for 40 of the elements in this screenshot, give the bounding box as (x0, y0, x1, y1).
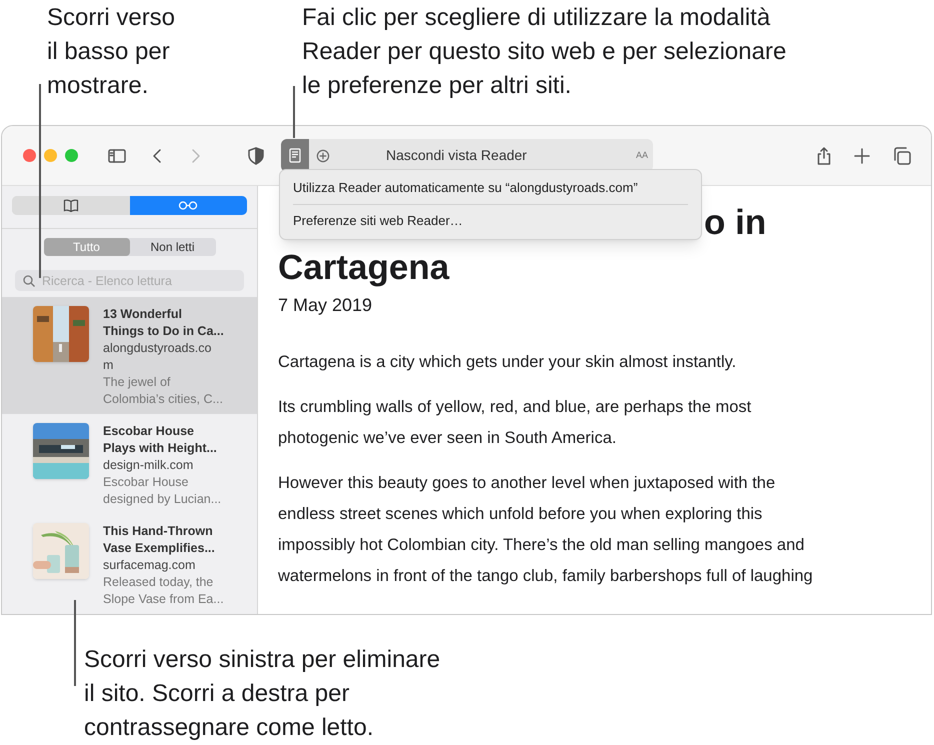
article-heading: Cartagena (278, 248, 450, 287)
item-site: design-milk.com (103, 457, 194, 474)
article-heading: o in (704, 203, 766, 242)
article-paragraph: However this beauty goes to another level when juxtaposed with the endless street scenes which unfold before you when exploring this impossibly hot Colombian city. There’s the old man selling mangoes and watermelons in front of the tango club, family barbershops full of laughing (278, 473, 813, 587)
address-text: Nascondi vista Reader (386, 146, 527, 165)
search-icon (23, 275, 35, 287)
item-excerpt: Released today, the Slope Vase from Ea... (103, 574, 225, 608)
item-title: Escobar House Plays with Height... (103, 423, 218, 457)
text-size-button[interactable]: AA (636, 148, 648, 162)
reading-list-item[interactable]: Escobar House Plays with Height... design-milk.com Escobar House designed by Lucian... (2, 414, 257, 514)
book-icon (62, 199, 79, 212)
item-site: alongdustyroads.co m (103, 340, 212, 374)
reading-list-item[interactable]: This Hand-Thrown Vase Exemplifies... surfacemag.com Released today, the Slope Vase from Ea... (2, 514, 257, 614)
search-field[interactable]: Ricerca - Elenco lettura (15, 270, 244, 291)
reading-list-tab[interactable] (130, 196, 247, 215)
article-paragraph: Its crumbling walls of yellow, red, and blue, are perhaps the most photogenic we’ve ever seen in South America. (278, 397, 752, 449)
leader-line (293, 86, 295, 138)
callout-text: Fai clic per scegliere di utilizzare la modalità Reader per questo sito web e per selezionare le preferenze per altri siti. (302, 3, 786, 101)
callout-text: Scorri verso sinistra per eliminare il sito. Scorri a destra per contrassegnare come letto. (84, 645, 442, 743)
article-paragraph: Cartagena is a city which gets under your skin almost instantly. (278, 352, 736, 373)
address-bar[interactable]: Nascondi vista Reader AA (281, 139, 653, 172)
plus-icon[interactable] (852, 146, 872, 166)
filter-tab[interactable]: Non letti (130, 238, 216, 256)
menu-item[interactable]: Preferenze siti web Reader… (293, 205, 688, 237)
item-excerpt: Escobar House designed by Lucian... (103, 474, 222, 508)
shield-icon[interactable] (246, 146, 266, 166)
reader-button[interactable] (281, 139, 309, 172)
callout-text: Scorri verso il basso per mostrare. (47, 3, 176, 101)
item-title: This Hand-Thrown Vase Exemplifies... (103, 523, 216, 557)
reader-icon (289, 148, 301, 163)
add-icon[interactable] (315, 148, 331, 164)
item-excerpt: The jewel of Colombia’s cities, C... (103, 374, 224, 408)
item-site: surfacemag.com (103, 557, 196, 574)
glasses-icon (178, 201, 198, 210)
article-date: 7 May 2019 (278, 294, 374, 317)
item-title: 13 Wonderful Things to Do in Ca... (103, 306, 225, 340)
reading-list-item[interactable]: 13 Wonderful Things to Do in Ca... alongdustyroads.co m The jewel of Colombia’s cities, C... (2, 297, 257, 414)
close-button[interactable] (23, 149, 36, 162)
tabs-icon[interactable] (892, 146, 912, 166)
menu-item[interactable]: Utilizza Reader automaticamente su “alongdustyroads.com” (293, 172, 688, 204)
